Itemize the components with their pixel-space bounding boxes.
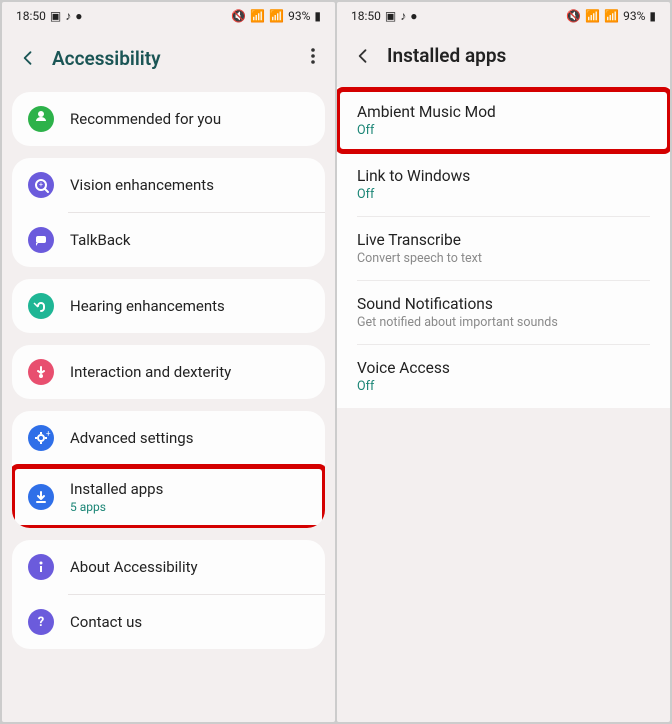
settings-row[interactable]: + Vision enhancements [12,158,325,212]
dot-icon: ● [75,9,82,23]
app-row[interactable]: Live Transcribe Convert speech to text [337,217,670,280]
back-icon[interactable] [18,48,38,68]
app-label: Ambient Music Mod [357,103,650,121]
settings-row[interactable]: Installed apps 5 apps [12,466,325,528]
app-row[interactable]: Voice Access Off [337,345,670,408]
app-label: Live Transcribe [357,231,650,249]
app-row[interactable]: Sound Notifications Get notified about im… [337,281,670,344]
app-subtext: Get notified about important sounds [357,315,650,330]
music-icon: ♪ [65,9,71,23]
wifi-icon: 📶 [585,9,600,23]
battery-text: 93% [288,9,310,23]
app-subtext: Convert speech to text [357,251,650,266]
status-time: 18:50 [16,9,46,23]
status-bar: 18:50 ▣ ♪ ● 🔇 📶 📶 93% ▮ [2,2,335,30]
gear-blue-icon: + [28,425,54,451]
dot-icon: ● [410,9,417,23]
mute-icon: 🔇 [231,9,246,23]
signal-icon: 📶 [604,9,619,23]
settings-row[interactable]: TalkBack [12,213,325,267]
settings-group: Recommended for you [12,92,325,146]
app-subtext: Off [357,379,650,394]
app-row[interactable]: Link to Windows Off [337,153,670,216]
settings-group: + Advanced settings Installed apps 5 apps [12,411,325,528]
settings-row[interactable]: ? Contact us [12,595,325,649]
settings-group: About Accessibility? Contact us [12,540,325,649]
more-icon[interactable] [307,44,319,72]
row-label: About Accessibility [70,558,309,576]
svg-text:+: + [46,429,51,438]
settings-row[interactable]: Hearing enhancements [12,279,325,333]
image-icon: ▣ [385,9,396,23]
header: Accessibility [2,30,335,92]
row-label: Advanced settings [70,429,309,447]
info-purple-icon [28,554,54,580]
help-purple-icon: ? [28,609,54,635]
touch-pink-icon [28,359,54,385]
battery-text: 93% [623,9,645,23]
wifi-icon: 📶 [250,9,265,23]
row-label: Vision enhancements [70,176,309,194]
app-subtext: Off [357,123,650,138]
header: Installed apps [337,30,670,87]
row-label: Hearing enhancements [70,297,309,315]
app-label: Link to Windows [357,167,650,185]
app-row[interactable]: Ambient Music Mod Off [337,89,670,152]
svg-text:?: ? [38,615,44,630]
talkback-purple-icon [28,227,54,253]
settings-group: Hearing enhancements [12,279,325,333]
row-label: Interaction and dexterity [70,363,309,381]
battery-icon: ▮ [314,9,321,23]
screen-accessibility: 18:50 ▣ ♪ ● 🔇 📶 📶 93% ▮ Accessibility Re… [2,2,335,722]
row-label: Installed apps [70,480,309,498]
back-icon[interactable] [353,46,373,66]
page-title: Accessibility [52,47,293,70]
mute-icon: 🔇 [566,9,581,23]
page-title: Installed apps [387,44,654,67]
app-label: Sound Notifications [357,295,650,313]
ear-teal-icon [28,293,54,319]
battery-icon: ▮ [649,9,656,23]
installed-apps-list: Ambient Music ModOffLink to WindowsOffLi… [337,87,670,408]
image-icon: ▣ [50,9,61,23]
screen-installed-apps: 18:50 ▣ ♪ ● 🔇 📶 📶 93% ▮ Installed apps A… [337,2,670,722]
settings-row[interactable]: + Advanced settings [12,411,325,465]
row-label: Contact us [70,613,309,631]
app-subtext: Off [357,187,650,202]
row-label: TalkBack [70,231,309,249]
row-subtext: 5 apps [70,500,309,514]
person-green-icon [28,106,54,132]
music-icon: ♪ [400,9,406,23]
app-label: Voice Access [357,359,650,377]
settings-group: Interaction and dexterity [12,345,325,399]
svg-text:+: + [39,181,43,189]
row-label: Recommended for you [70,110,309,128]
eye-purple-icon: + [28,172,54,198]
status-bar: 18:50 ▣ ♪ ● 🔇 📶 📶 93% ▮ [337,2,670,30]
status-time: 18:50 [351,9,381,23]
signal-icon: 📶 [269,9,284,23]
settings-row[interactable]: Interaction and dexterity [12,345,325,399]
download-blue-icon [28,484,54,510]
settings-row[interactable]: Recommended for you [12,92,325,146]
settings-group: + Vision enhancements TalkBack [12,158,325,267]
settings-row[interactable]: About Accessibility [12,540,325,594]
